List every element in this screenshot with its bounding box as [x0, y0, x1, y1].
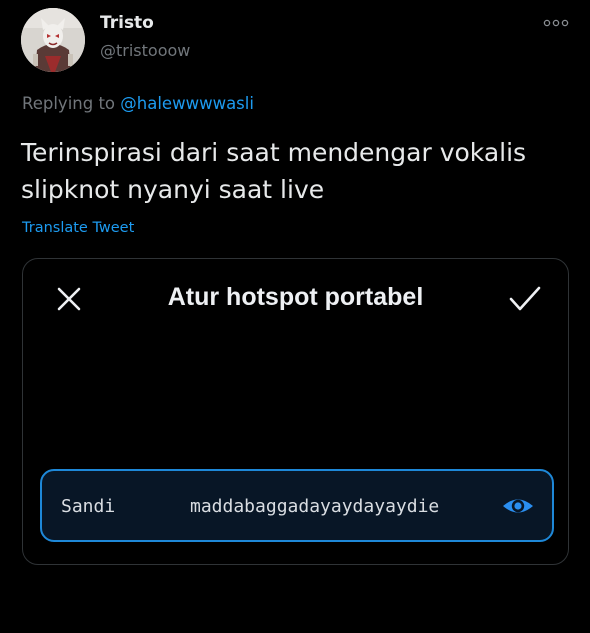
tweet-text: Terinspirasi dari saat mendengar vokalis… — [21, 138, 527, 204]
reply-mention-link[interactable]: @halewwwwasli — [120, 94, 254, 113]
avatar[interactable] — [21, 8, 85, 72]
password-field: Sandi maddabaggadayaydayaydie — [40, 469, 554, 542]
translate-tweet-link[interactable]: Translate Tweet — [22, 220, 134, 236]
more-horizontal-icon[interactable] — [543, 17, 569, 29]
password-value: maddabaggadayaydayaydie — [190, 496, 440, 517]
replying-prefix: Replying to — [22, 94, 121, 113]
author-handle[interactable]: @tristooow — [100, 41, 190, 60]
dialog-title: Atur hotspot portabel — [167, 283, 424, 311]
eye-icon — [503, 499, 533, 513]
profile-photo — [21, 8, 85, 72]
replying-to-line: Replying to @halewwwwasli — [22, 94, 254, 113]
password-label: Sandi — [61, 496, 116, 517]
checkmark-icon — [509, 286, 541, 311]
tweet-media-image[interactable]: Atur hotspot portabel Sandi maddabaggada… — [22, 258, 569, 565]
author-display-name[interactable]: Tristo — [100, 13, 154, 33]
